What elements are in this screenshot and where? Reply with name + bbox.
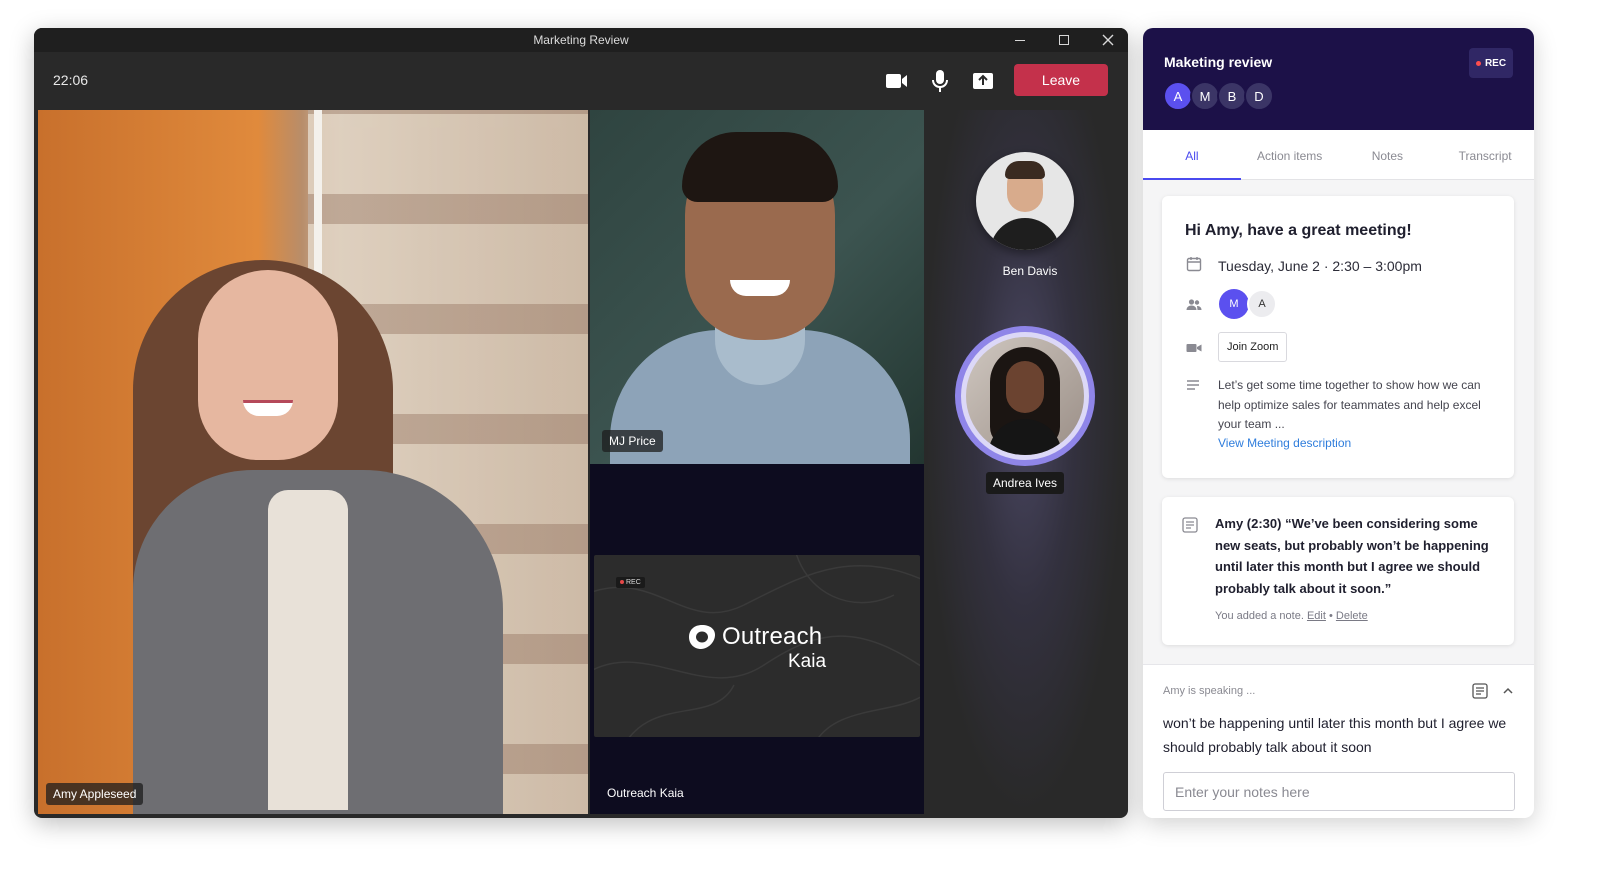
outreach-logo: Outreach: [688, 623, 822, 651]
live-transcript: Amy is speaking ... won’t be happening u…: [1143, 664, 1534, 818]
meeting-toolbar: 22:06 Leave: [34, 52, 1128, 110]
video-stage: Amy Appleseed MJ Price REC Outreach Kaia…: [38, 110, 1124, 814]
maximize-icon: [1059, 35, 1069, 45]
andrea-face: [1006, 361, 1044, 413]
microphone-button[interactable]: [927, 68, 953, 94]
kaia-rec-badge: REC: [616, 577, 645, 588]
video-tile-mj[interactable]: MJ Price: [590, 110, 928, 464]
outreach-brand-text: Outreach: [722, 623, 823, 650]
minimize-button[interactable]: [1000, 28, 1040, 52]
kaia-panel: Maketing review REC A M B D All Action i…: [1143, 28, 1534, 818]
live-transcript-text: won’t be happening until later this mont…: [1163, 715, 1507, 755]
join-zoom-button[interactable]: Join Zoom: [1218, 332, 1288, 362]
tab-notes[interactable]: Notes: [1339, 130, 1437, 179]
rec-dot-icon: [1475, 60, 1481, 66]
rec-dot-icon: [620, 580, 624, 585]
close-icon: [1102, 34, 1114, 46]
meeting-clock: 22:06: [53, 72, 89, 88]
attendees-icon: [1186, 299, 1202, 310]
outreach-logo-icon: [689, 625, 715, 649]
attendee-avatar[interactable]: A: [1247, 289, 1277, 319]
title-bar: Marketing Review: [34, 28, 1128, 52]
attendee-avatar[interactable]: M: [1219, 289, 1249, 319]
mj-smile: [730, 280, 790, 296]
mj-hair: [682, 132, 838, 202]
amy-face: [198, 270, 338, 460]
notes-input[interactable]: [1163, 772, 1515, 811]
andrea-ring-inner: [961, 332, 1089, 460]
note-meta-text: You added a note.: [1215, 610, 1304, 622]
avatar-ben[interactable]: [976, 152, 1074, 250]
participant-strip: Ben Davis Andrea Ives: [924, 110, 1124, 814]
ben-hair: [1005, 161, 1045, 179]
name-tag-mj: MJ Price: [602, 430, 663, 452]
calendar-icon: [1186, 257, 1202, 272]
meeting-date: Tuesday, June 2 · 2:30 – 3:00pm: [1218, 258, 1422, 274]
meeting-window: Marketing Review 22:06 Leave Amy Applese…: [34, 28, 1128, 818]
close-button[interactable]: [1088, 28, 1128, 52]
chevron-up-icon[interactable]: [1502, 683, 1514, 699]
live-controls: [1472, 683, 1514, 699]
kaia-brand-subtext: Kaia: [788, 651, 827, 672]
name-tag-ben: Ben Davis: [1002, 264, 1058, 278]
attendee-avatars: M A: [1219, 289, 1277, 319]
note-icon: [1182, 517, 1198, 533]
greeting: Hi Amy, have a great meeting!: [1185, 222, 1412, 239]
panel-header: Maketing review REC A M B D: [1143, 28, 1534, 130]
tab-all[interactable]: All: [1143, 130, 1241, 180]
avatar-andrea-speaking[interactable]: [955, 326, 1095, 466]
header-avatar-group: A M B D: [1163, 81, 1274, 111]
name-tag-amy: Amy Appleseed: [46, 783, 144, 805]
header-avatar[interactable]: A: [1163, 81, 1193, 111]
panel-tabs: All Action items Notes Transcript: [1143, 130, 1534, 180]
note-quote: Amy (2:30) “We’ve been considering some …: [1215, 516, 1489, 596]
panel-rec-label: REC: [1484, 57, 1507, 69]
leave-button[interactable]: Leave: [1014, 64, 1108, 96]
camera-button[interactable]: [884, 68, 910, 94]
note-meta: You added a note. Edit • Delete: [1215, 610, 1368, 622]
note-edit-link[interactable]: Edit: [1307, 610, 1326, 622]
tab-transcript[interactable]: Transcript: [1436, 130, 1534, 179]
video-tile-amy[interactable]: Amy Appleseed: [38, 110, 588, 814]
header-avatar[interactable]: D: [1244, 81, 1274, 111]
share-screen-icon: [973, 73, 993, 89]
header-avatar[interactable]: B: [1217, 81, 1247, 111]
note-card: Amy (2:30) “We’ve been considering some …: [1162, 497, 1514, 645]
video-tile-kaia[interactable]: REC Outreach Kaia Outreach Kaia: [590, 464, 924, 814]
name-tag-kaia: Outreach Kaia: [607, 786, 684, 800]
amy-shirt: [268, 490, 348, 810]
kaia-share-card: REC Outreach Kaia: [594, 555, 920, 737]
tab-action-items[interactable]: Action items: [1241, 130, 1339, 179]
description-icon: [1187, 380, 1199, 390]
window-title: Marketing Review: [533, 33, 629, 47]
view-description-link[interactable]: View Meeting description: [1218, 436, 1351, 450]
panel-title: Maketing review: [1164, 54, 1273, 70]
video-icon: [1186, 344, 1202, 352]
minimize-icon: [1015, 39, 1025, 41]
share-screen-button[interactable]: [970, 68, 996, 94]
maximize-button[interactable]: [1044, 28, 1084, 52]
microphone-icon: [932, 70, 948, 92]
ben-body: [990, 218, 1060, 250]
meeting-description: Let’s get some time together to show how…: [1218, 378, 1481, 431]
camera-icon: [886, 74, 907, 88]
note-meta-separator: •: [1329, 610, 1333, 622]
add-note-icon[interactable]: [1472, 683, 1488, 699]
andrea-photo: [966, 337, 1084, 455]
speaking-indicator: Amy is speaking ...: [1163, 685, 1256, 697]
note-delete-link[interactable]: Delete: [1336, 610, 1368, 622]
panel-rec-badge[interactable]: REC: [1469, 48, 1513, 78]
header-avatar[interactable]: M: [1190, 81, 1220, 111]
meeting-info-card: Hi Amy, have a great meeting! Tuesday, J…: [1162, 196, 1514, 478]
name-tag-andrea: Andrea Ives: [985, 472, 1065, 494]
kaia-rec-label: REC: [626, 579, 641, 586]
